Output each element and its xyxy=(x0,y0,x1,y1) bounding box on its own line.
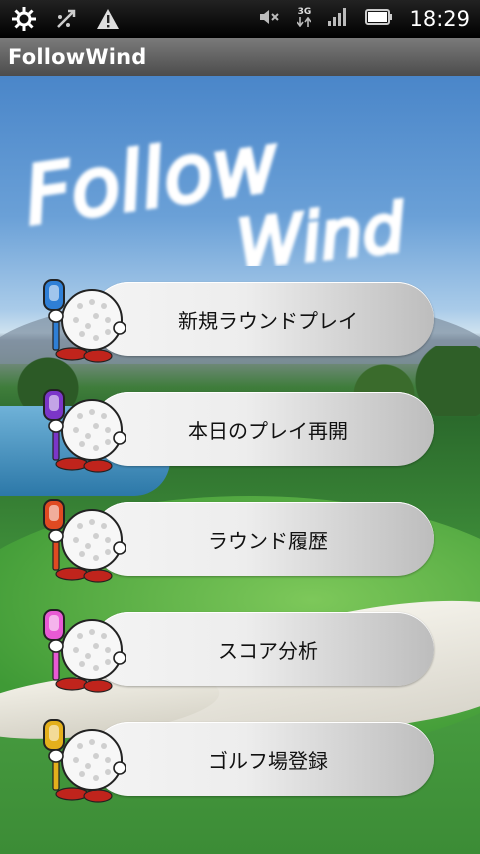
settings-icon[interactable] xyxy=(10,5,38,33)
system-icons: 3G 18:29 xyxy=(259,0,470,38)
golf-ball-mascot-icon xyxy=(43,499,126,583)
menu-button-1[interactable]: 新規ラウンドプレイ xyxy=(92,282,434,356)
main-menu: 新規ラウンドプレイ 本日のプレイ再開 ラウンド履歴 スコア分析ゴルフ場登録 xyxy=(0,76,480,854)
network-3g-icon: 3G xyxy=(296,7,313,30)
golf-course-background: Follow Wind 新規ラウンドプレイ 本日のプレイ再開 ラウンド履歴 スコア分析… xyxy=(0,76,480,854)
menu-button-2[interactable]: 本日のプレイ再開 xyxy=(92,392,434,466)
menu-button-label: ゴルフ場登録 xyxy=(208,748,328,773)
battery-icon xyxy=(365,9,393,29)
warning-icon[interactable] xyxy=(94,5,122,33)
status-bar: 3G 18:29 xyxy=(0,0,480,38)
menu-button-5[interactable]: ゴルフ場登録 xyxy=(92,722,434,796)
menu-button-label: スコア分析 xyxy=(218,638,318,663)
menu-button-label: 新規ラウンドプレイ xyxy=(178,308,358,333)
golf-ball-mascot-icon xyxy=(43,719,126,803)
signal-icon xyxy=(327,7,349,31)
notification-icons xyxy=(0,5,122,33)
title-bar: FollowWind xyxy=(0,38,480,76)
debug-usb-icon[interactable] xyxy=(52,5,80,33)
app-title: FollowWind xyxy=(8,45,147,69)
mute-icon xyxy=(259,8,281,30)
menu-button-label: ラウンド履歴 xyxy=(208,528,328,553)
menu-button-label: 本日のプレイ再開 xyxy=(188,418,348,443)
golf-ball-mascot-icon xyxy=(43,389,126,473)
menu-button-3[interactable]: ラウンド履歴 xyxy=(92,502,434,576)
golf-ball-mascot-icon xyxy=(43,609,126,693)
network-label: 3G xyxy=(297,7,312,17)
menu-button-4[interactable]: スコア分析 xyxy=(92,612,434,686)
clock: 18:29 xyxy=(409,7,470,31)
golf-ball-mascot-icon xyxy=(43,279,126,363)
